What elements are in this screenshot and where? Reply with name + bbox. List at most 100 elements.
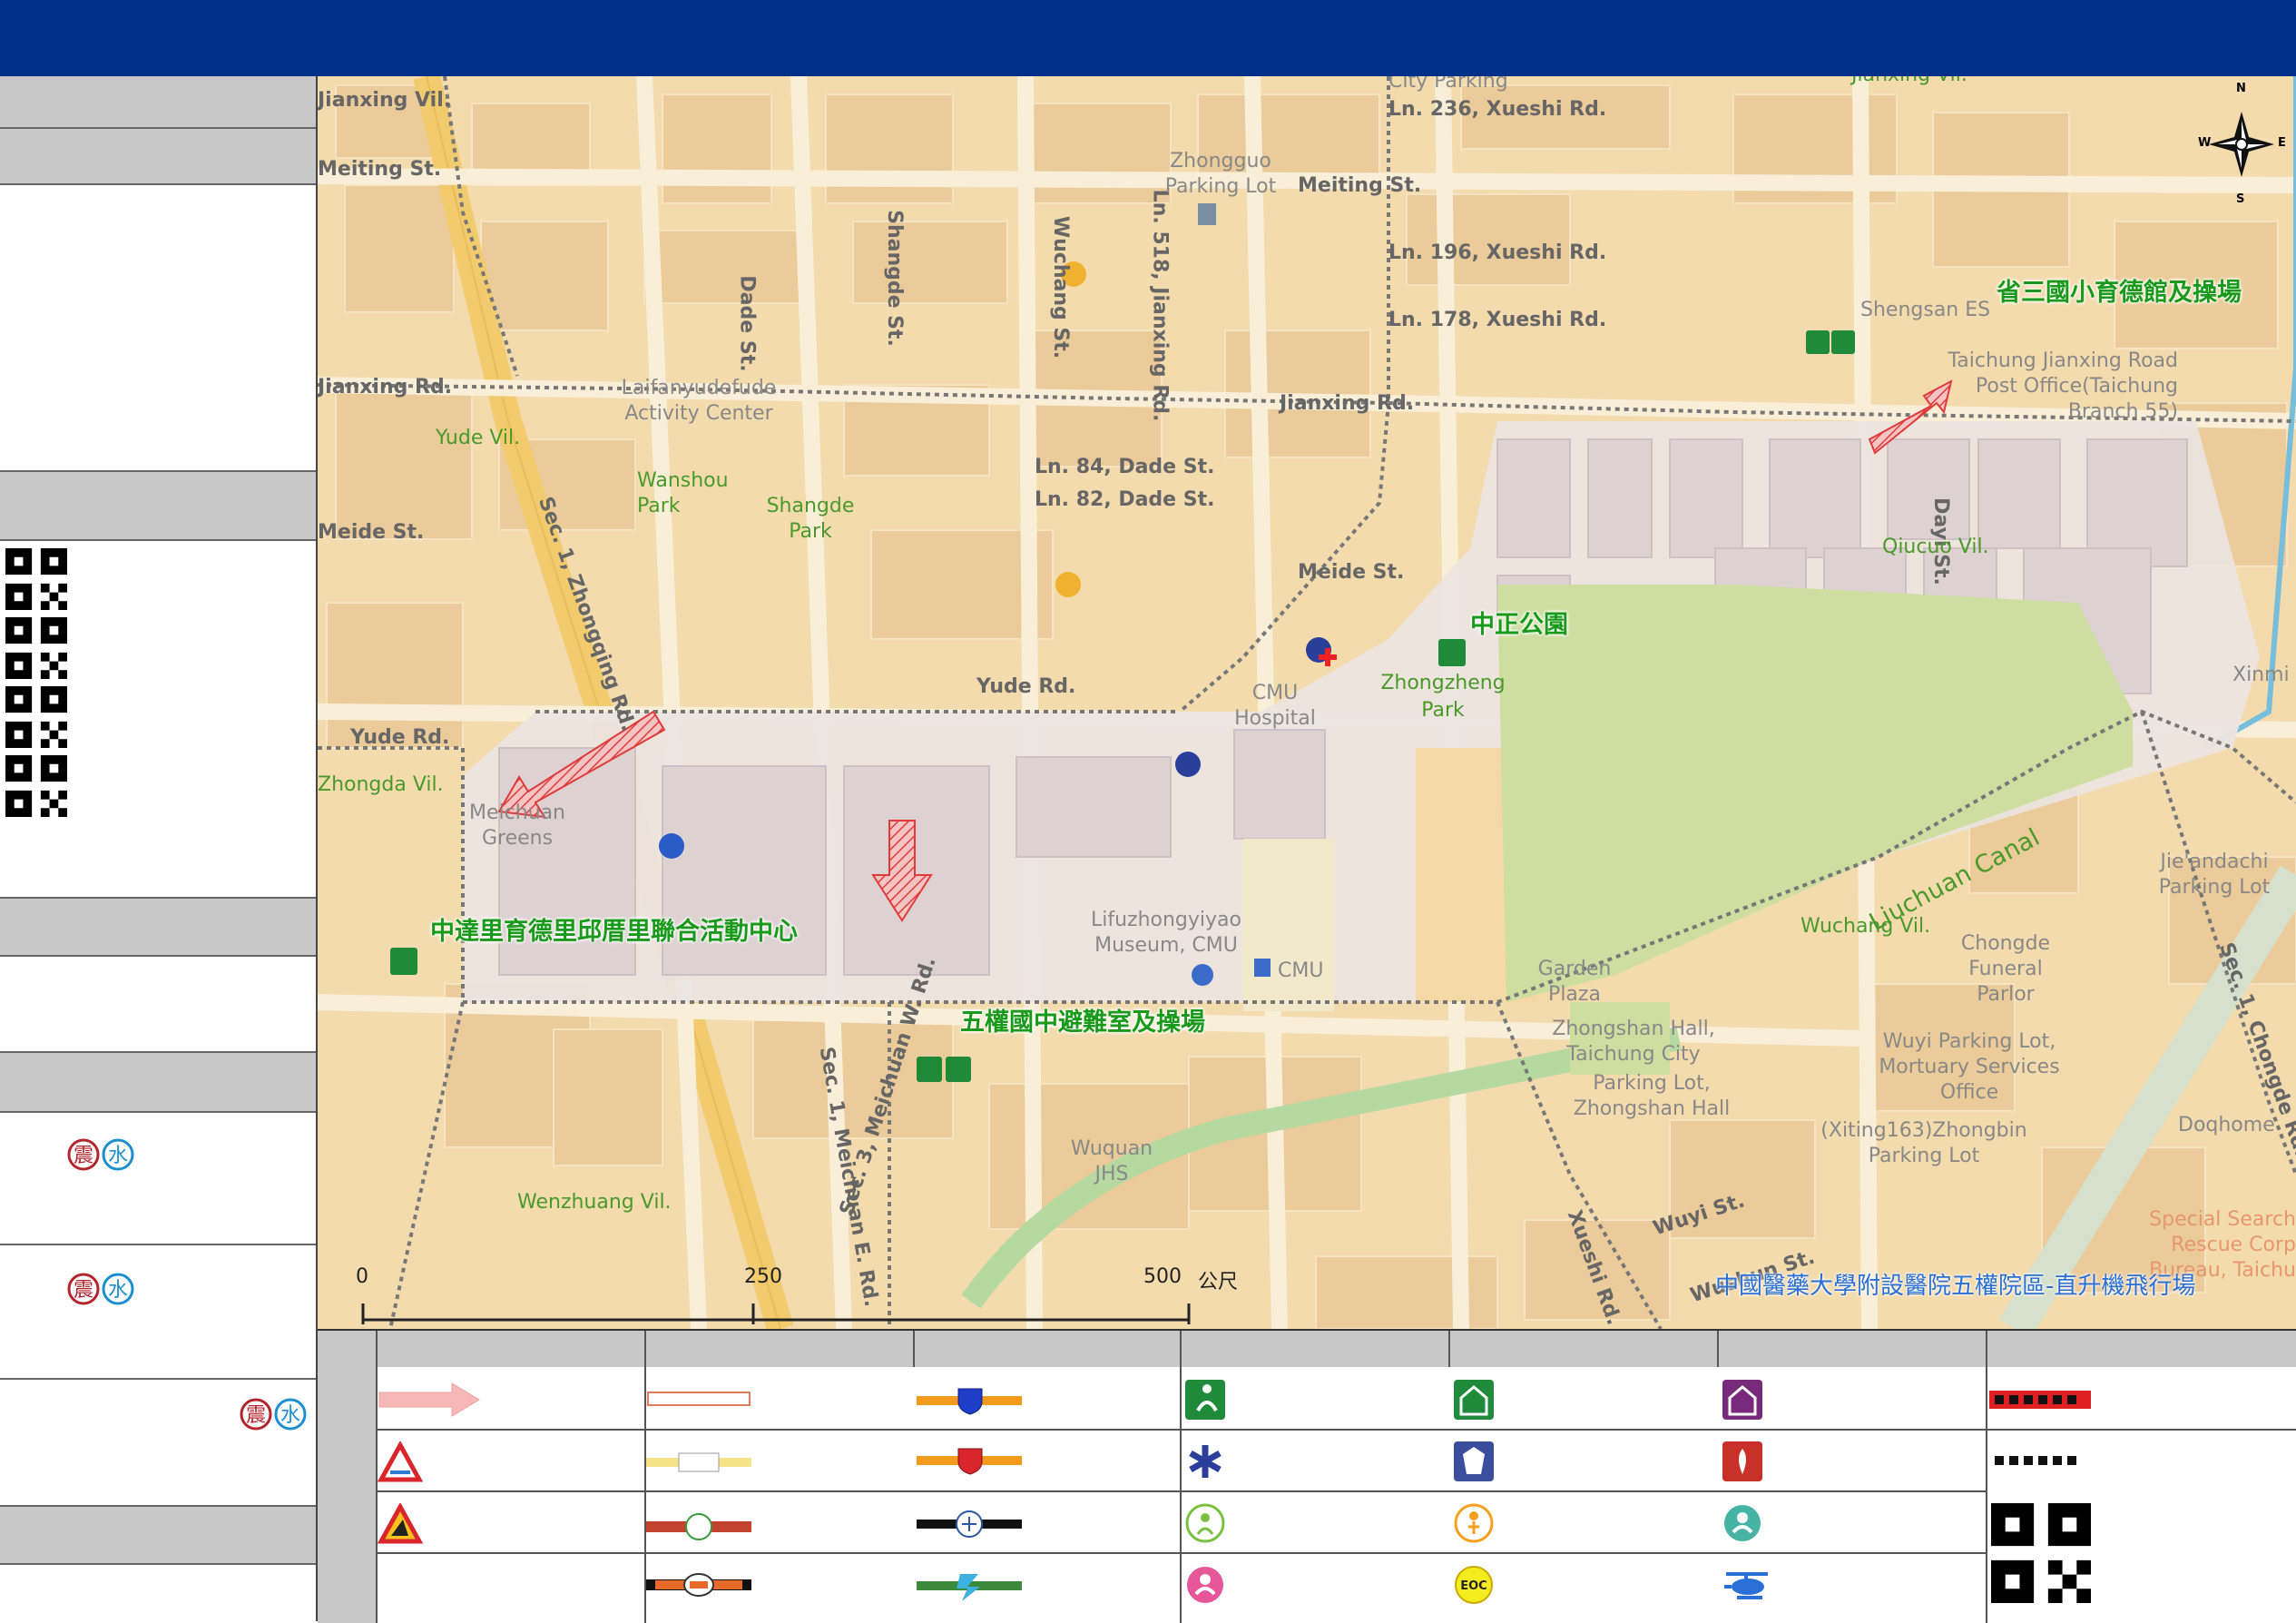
street-label: Ln. 236, Xueshi Rd. (1388, 98, 1607, 121)
village-label: Zhongda Vil. (318, 773, 444, 796)
fire-icon (1722, 1441, 1762, 1481)
compass-s: S (2236, 192, 2245, 206)
elderly-icon (1454, 1503, 1494, 1543)
target-label: 中達里育德里邱厝里聯合活動中心 (430, 918, 798, 946)
panel-header-3 (0, 472, 316, 541)
place-label: Jie'andachi Parking Lot (2158, 851, 2271, 899)
street-label: Meide St. (318, 521, 425, 544)
target-label: 省三國小育德館及操場 (1997, 279, 2242, 307)
quake-badge: 震 (67, 1273, 100, 1305)
qr-code-icon[interactable] (5, 617, 67, 679)
place-label: Shangde Park (766, 495, 855, 543)
landslide-warning-icon (378, 1503, 423, 1544)
street-label: Ln. 178, Xueshi Rd. (1388, 309, 1607, 331)
route-yellow-icon (646, 1452, 751, 1472)
medical-icon (1189, 1445, 1222, 1478)
evacuation-icon (1185, 1380, 1225, 1420)
panel-shelter-2: 震 水 (0, 1245, 316, 1380)
flood-badge: 水 (102, 1138, 134, 1171)
svg-text:水: 水 (108, 1145, 128, 1167)
panel-contact-block (0, 957, 316, 1053)
scale-tick: 250 (744, 1265, 782, 1288)
eoc-icon: EOC (1455, 1566, 1493, 1604)
elderly-care-icon (1185, 1503, 1225, 1543)
place-label: Xinmi (2232, 664, 2290, 686)
target-label: 五權國中避難室及操場 (960, 1008, 1205, 1037)
place-label: Zhongzheng Park (1380, 672, 1506, 722)
street-label: Ln. 196, Xueshi Rd. (1388, 241, 1607, 264)
place-label: Wanshou Park (637, 469, 729, 517)
street-label: Yude Rd. (350, 726, 450, 749)
qr-code-icon[interactable] (5, 548, 67, 610)
place-label: Zhongshan Hall, Taichung City (1552, 1018, 1715, 1066)
left-info-panel: 震 水 震 水 震 水 (0, 76, 318, 1621)
heliport-label: 中國醫藥大學附設醫院五權院區-直升機飛行場 (1715, 1273, 2196, 1300)
street-label: Meide St. (1298, 561, 1405, 584)
place-label: CMU (1278, 959, 1324, 982)
helicopter-icon (1724, 1572, 1768, 1599)
facility-icon (1722, 1380, 1762, 1420)
scale-tick: 0 (356, 1265, 368, 1288)
police-icon (1454, 1441, 1494, 1481)
target-label: 中正公園 (1470, 611, 1568, 639)
street-label: Wuchang St. (1049, 215, 1073, 359)
place-label: Parking Lot, Zhongshan Hall (1573, 1072, 1731, 1120)
village-label: Wenzhuang Vil. (517, 1191, 672, 1214)
svg-text:EOC: EOC (1460, 1579, 1487, 1593)
place-label: Wuquan JHS (1070, 1137, 1153, 1185)
place-label: Chongde Funeral Parlor (1960, 932, 2051, 1006)
street-label: Yude Rd. (976, 675, 1076, 698)
place-label: Laifanyudefude Activity Center (621, 377, 777, 425)
arrow-icon (378, 1382, 480, 1417)
quake-badge: 震 (67, 1138, 100, 1171)
legend-header (376, 1331, 2296, 1367)
route-shield-blue-icon (917, 1388, 1022, 1415)
panel-header-1 (0, 76, 316, 129)
panel-header-2 (0, 129, 316, 185)
rail-icon (917, 1510, 1022, 1538)
panel-header-6 (0, 1507, 316, 1565)
village-label: Wuchang Vil. (1800, 915, 1931, 938)
panel-info-block (0, 185, 316, 472)
legend-side-bar (318, 1331, 376, 1623)
legend-panel: EOC (318, 1329, 2296, 1623)
qr-code-icon[interactable] (1991, 1503, 2091, 1603)
route-outline-icon (647, 1392, 751, 1406)
street-label: Ln. 84, Dade St. (1035, 456, 1215, 478)
village-label: Yude Vil. (436, 427, 521, 449)
place-label: Taichung Jianxing Road Post Office(Taich… (1948, 349, 2178, 423)
svg-text:震: 震 (246, 1404, 266, 1427)
warning-triangle-icon (378, 1441, 423, 1482)
street-label: Ln. 82, Dade St. (1035, 488, 1215, 511)
map-canvas[interactable]: Jianxing Vil. Meiting St. Jianxing Rd. J… (318, 76, 2296, 1329)
panel-header-5 (0, 1053, 316, 1113)
street-label: Meiting St. (318, 158, 442, 181)
shelter-icon (1454, 1380, 1494, 1420)
boundary-black-icon (1995, 1456, 2076, 1465)
svg-text:震: 震 (74, 1145, 93, 1167)
street-label: Shangde St. (882, 210, 906, 347)
route-shield-red-icon (917, 1448, 1022, 1475)
svg-text:震: 震 (74, 1279, 93, 1302)
panel-header-4 (0, 899, 316, 957)
compass-n: N (2236, 82, 2246, 95)
boundary-red-icon (1989, 1391, 2091, 1409)
flood-badge: 水 (274, 1398, 307, 1431)
compass-e: E (2278, 136, 2286, 150)
place-label: (Xiting163)Zhongbin Parking Lot (1820, 1119, 2027, 1167)
svg-text:水: 水 (280, 1404, 300, 1427)
street-label: Jianxing Vil. (318, 89, 452, 112)
place-label: CMU Hospital (1234, 682, 1316, 730)
qr-code-icon[interactable] (5, 686, 67, 748)
place-label: Doqhome (2178, 1114, 2275, 1136)
place-label: Lifuzhongyiyao Museum, CMU (1090, 909, 1241, 957)
flood-badge: 水 (102, 1273, 134, 1305)
street-label: Dade St. (735, 275, 759, 372)
village-label: Jianxing Vil. (1851, 76, 1967, 86)
place-label: Garden Plaza (1537, 958, 1612, 1006)
place-label: Wuyi Parking Lot, Mortuary Services Offi… (1879, 1030, 2060, 1104)
street-label: Jianxing Rd. (318, 376, 453, 398)
panel-qr-block (0, 541, 316, 899)
baby-icon (1724, 1505, 1761, 1541)
qr-code-icon[interactable] (5, 755, 67, 817)
